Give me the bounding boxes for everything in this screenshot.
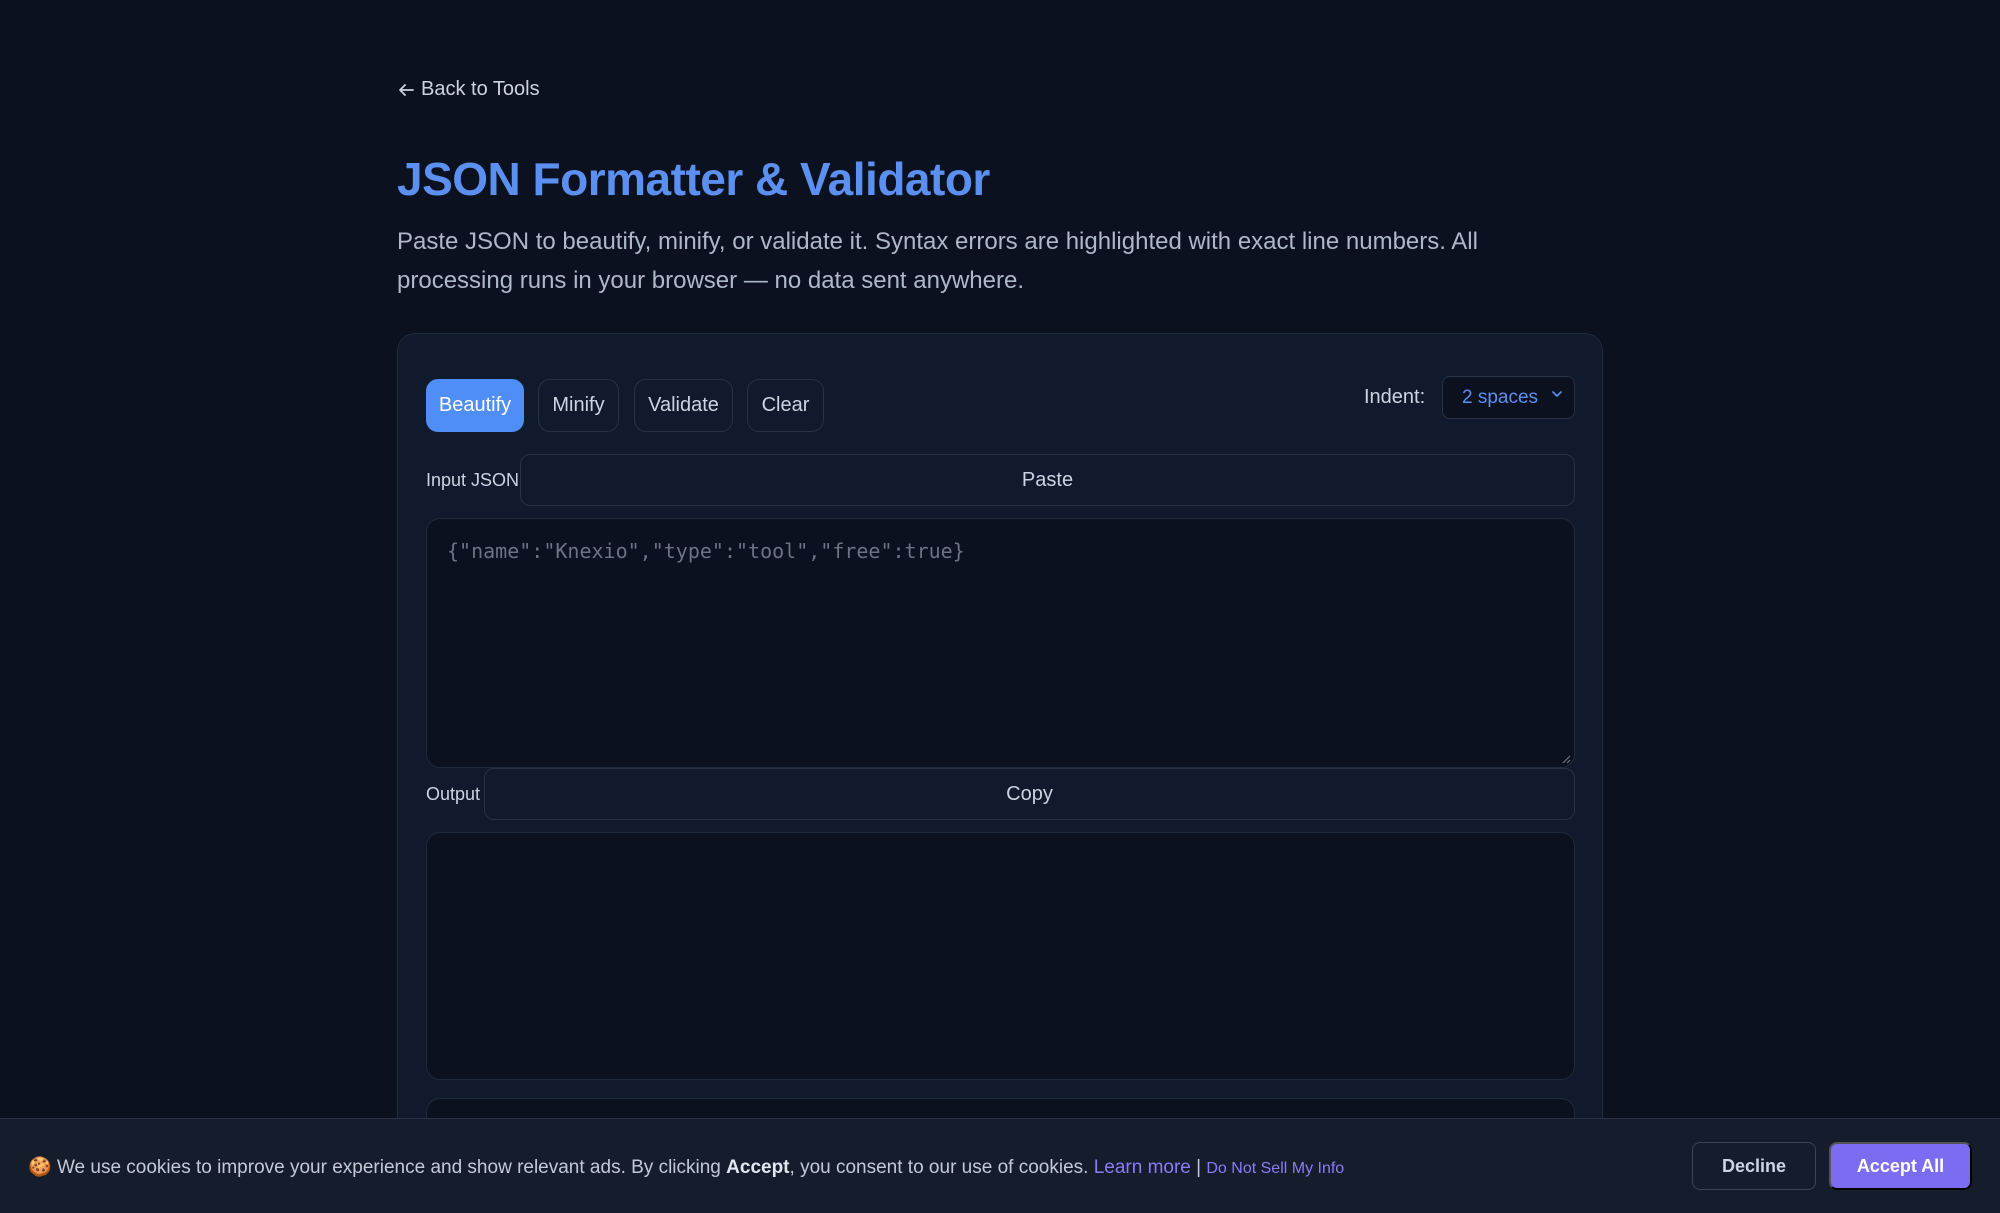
arrow-left-icon [399, 83, 414, 96]
accept-all-button[interactable]: Accept All [1829, 1142, 1972, 1190]
chevron-down-icon [1552, 391, 1562, 397]
cookie-text-after: , you consent to our use of cookies. [789, 1157, 1094, 1178]
input-json-label: Input JSON [426, 470, 520, 490]
cookie-icon: 🍪 [28, 1157, 52, 1178]
indent-select-value: 2 spaces [1462, 386, 1539, 408]
do-not-sell-link[interactable]: Do Not Sell My Info [1206, 1160, 1344, 1177]
copy-button[interactable]: Copy [484, 768, 1575, 820]
cookie-separator: | [1196, 1157, 1202, 1178]
minify-button[interactable]: Minify [538, 379, 619, 432]
formatter-card: Beautify Minify Validate Clear Indent: 2… [397, 333, 1603, 1213]
decline-button[interactable]: Decline [1692, 1142, 1816, 1190]
indent-label: Indent: [1364, 386, 1426, 408]
output-textarea[interactable] [426, 832, 1575, 1080]
indent-select[interactable]: 2 spaces [1442, 376, 1575, 419]
back-to-tools-label: Back to Tools [421, 78, 540, 100]
cookie-text-before: We use cookies to improve your experienc… [56, 1157, 727, 1178]
cookie-banner: 🍪 We use cookies to improve your experie… [0, 1118, 2000, 1213]
input-json-placeholder: {"name":"Knexio","type":"tool","free":tr… [447, 539, 965, 563]
back-to-tools-link[interactable]: Back to Tools [397, 78, 540, 101]
clear-button[interactable]: Clear [747, 379, 824, 432]
cookie-text-accept: Accept [726, 1157, 790, 1178]
page-title: JSON Formatter & Validator [397, 153, 990, 205]
learn-more-link[interactable]: Learn more [1094, 1157, 1191, 1178]
validate-button[interactable]: Validate [634, 379, 733, 432]
page-description: Paste JSON to beautify, minify, or valid… [397, 228, 1478, 294]
resize-handle-icon[interactable] [1561, 754, 1571, 764]
input-json-textarea[interactable]: {"name":"Knexio","type":"tool","free":tr… [426, 518, 1575, 768]
page: Back to Tools JSON Formatter & Validator… [0, 0, 2000, 1213]
output-label: Output [426, 784, 481, 804]
paste-button[interactable]: Paste [520, 454, 1575, 506]
beautify-button[interactable]: Beautify [426, 379, 524, 432]
cookie-message: 🍪 We use cookies to improve your experie… [28, 1155, 1344, 1179]
